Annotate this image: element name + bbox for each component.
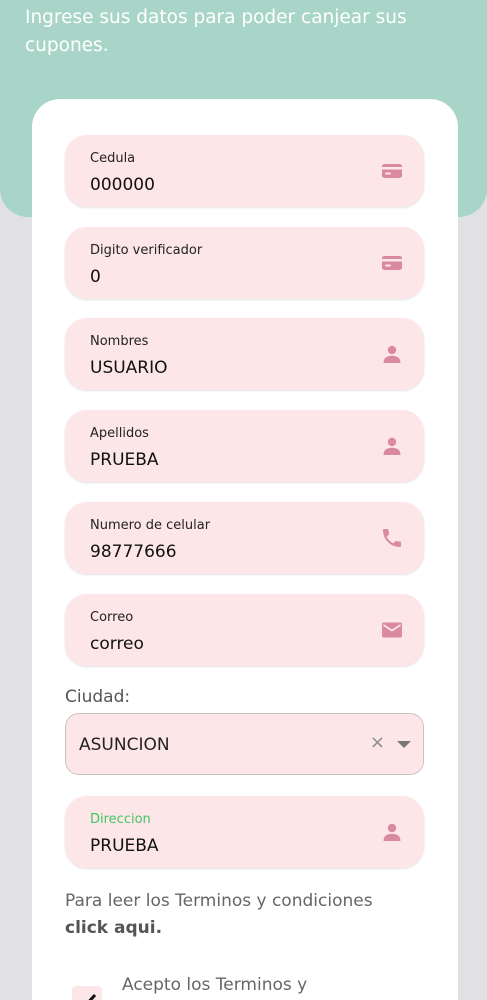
field-label: Direccion (90, 812, 151, 827)
numero-celular-field[interactable]: Numero de celular 98777666 (65, 502, 424, 574)
terms-link[interactable]: click aqui. (65, 918, 162, 938)
field-value: correo (90, 634, 144, 654)
city-label: Ciudad: (65, 687, 131, 707)
dropdown-caret-icon[interactable] (397, 741, 411, 748)
city-select-value: ASUNCION (79, 735, 170, 755)
phone-icon (383, 529, 401, 547)
digito-verificador-field[interactable]: Digito verificador 0 (65, 227, 424, 299)
direccion-field[interactable]: Direccion PRUEBA (65, 796, 424, 868)
field-label: Digito verificador (90, 243, 203, 258)
intro-text: Ingrese sus datos para poder canjear sus… (25, 7, 407, 56)
person-icon (383, 437, 401, 455)
field-label: Nombres (90, 334, 149, 349)
apellidos-field[interactable]: Apellidos PRUEBA (65, 410, 424, 482)
terms-text: Para leer los Terminos y condiciones cli… (65, 888, 425, 942)
id-card-icon (382, 164, 402, 178)
city-select[interactable]: ASUNCION × (65, 713, 424, 775)
field-label: Correo (90, 610, 134, 625)
accept-terms-label: Acepto los Terminos y (122, 975, 308, 995)
checkmark-icon (81, 993, 97, 1000)
field-label: Apellidos (90, 426, 149, 441)
clear-icon[interactable]: × (370, 732, 385, 753)
field-value: 0 (90, 267, 101, 287)
person-icon (383, 823, 401, 841)
id-card-icon (382, 256, 402, 270)
field-value: PRUEBA (90, 450, 159, 470)
mail-icon (382, 622, 402, 638)
field-label: Numero de celular (90, 518, 211, 533)
field-label: Cedula (90, 151, 136, 166)
accept-terms-checkbox[interactable] (72, 986, 102, 1000)
field-value: USUARIO (90, 358, 168, 378)
nombres-field[interactable]: Nombres USUARIO (65, 318, 424, 390)
person-icon (383, 345, 401, 363)
field-value: 98777666 (90, 542, 177, 562)
field-value: 000000 (90, 175, 155, 195)
cedula-field[interactable]: Cedula 000000 (65, 135, 424, 207)
field-value: PRUEBA (90, 836, 159, 856)
terms-description: Para leer los Terminos y condiciones (65, 891, 373, 911)
correo-field[interactable]: Correo correo (65, 594, 424, 666)
